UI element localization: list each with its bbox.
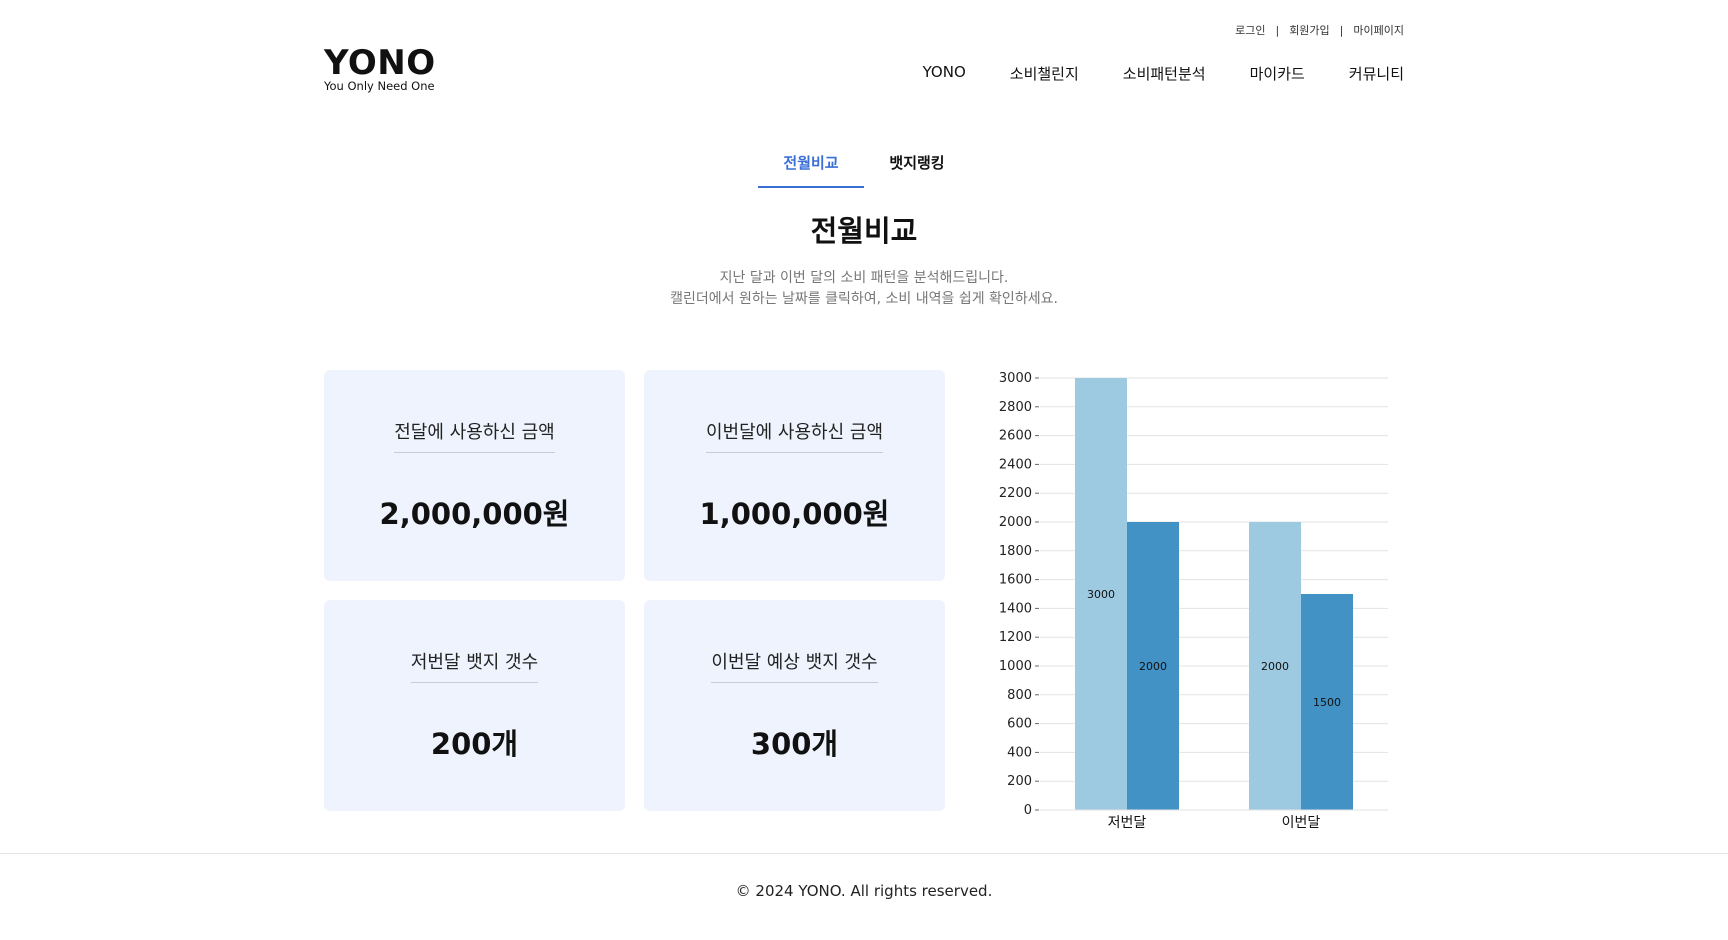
y-tick-label: 1600 [999, 573, 1032, 588]
nav-item-challenge[interactable]: 소비챌린지 [1010, 63, 1079, 84]
nav-item-yono[interactable]: YONO [923, 63, 966, 84]
nav-item-community[interactable]: 커뮤니티 [1349, 63, 1404, 84]
nav-item-pattern-analysis[interactable]: 소비패턴분석 [1123, 63, 1206, 84]
y-tick-label: 0 [1024, 803, 1032, 818]
login-link[interactable]: 로그인 [1235, 22, 1265, 38]
footer-copyright: © 2024 YONO. All rights reserved. [735, 882, 993, 900]
tab-bar: 전월비교 뱃지랭킹 [758, 150, 970, 188]
bar-data-label: 3000 [1087, 588, 1115, 601]
y-tick-label: 1200 [999, 630, 1032, 645]
card-value: 300개 [750, 727, 839, 761]
description-line: 캘린더에서 원하는 날짜를 클릭하여, 소비 내역을 쉽게 확인하세요. [670, 291, 1058, 307]
logo[interactable]: YONO You Only Need One [324, 46, 454, 93]
card-label: 전달에 사용하신 금액 [394, 418, 555, 453]
comparison-bar-chart: 0 200 400 600 800 1000 1200 1400 1600 1800 2000 220… [990, 360, 1400, 840]
card-last-month-badges: 저번달 뱃지 갯수 200개 [324, 600, 625, 811]
y-tick-label: 1800 [999, 544, 1032, 559]
card-label: 이번달 예상 뱃지 갯수 [711, 648, 878, 683]
mypage-link[interactable]: 마이페이지 [1353, 22, 1404, 38]
util-links: 로그인 | 회원가입 | 마이페이지 [1235, 22, 1404, 38]
y-tick-label: 1000 [999, 659, 1032, 674]
main-nav: YONO 소비챌린지 소비패턴분석 마이카드 커뮤니티 [879, 63, 1404, 84]
bar-data-label: 2000 [1139, 660, 1167, 673]
bar-data-label: 2000 [1261, 660, 1289, 673]
y-tick-label: 800 [1007, 688, 1032, 703]
y-tick-label: 2000 [999, 515, 1032, 530]
card-this-month-spending: 이번달에 사용하신 금액 1,000,000원 [644, 370, 945, 581]
y-tick-label: 400 [1007, 745, 1032, 760]
card-value: 200개 [430, 727, 519, 761]
card-label: 저번달 뱃지 갯수 [410, 648, 539, 683]
nav-item-mycard[interactable]: 마이카드 [1250, 63, 1305, 84]
card-value: 2,000,000원 [379, 497, 570, 531]
signup-link[interactable]: 회원가입 [1289, 22, 1329, 38]
card-label: 이번달에 사용하신 금액 [705, 418, 884, 453]
bar-data-label: 1500 [1313, 696, 1341, 709]
util-separator: | [1275, 23, 1280, 37]
y-tick-label: 2800 [999, 400, 1032, 415]
x-tick-label: 저번달 [1108, 815, 1147, 831]
footer-divider [0, 853, 1728, 854]
page-description: 지난 달과 이번 달의 소비 패턴을 분석해드립니다. 캘린더에서 원하는 날짜… [0, 268, 1728, 310]
card-expected-badges: 이번달 예상 뱃지 갯수 300개 [644, 600, 945, 811]
y-tick-label: 2600 [999, 429, 1032, 444]
chart-svg: 0 200 400 600 800 1000 1200 1400 1600 1800 2000 220… [999, 371, 1388, 831]
tab-badge-ranking[interactable]: 뱃지랭킹 [864, 150, 970, 188]
card-value: 1,000,000원 [699, 497, 890, 531]
summary-cards: 전달에 사용하신 금액 2,000,000원 이번달에 사용하신 금액 1,00… [324, 370, 946, 812]
page-title: 전월비교 [810, 214, 918, 248]
y-tick-label: 2400 [999, 457, 1032, 472]
util-separator: | [1339, 23, 1344, 37]
y-tick-label: 1400 [999, 601, 1032, 616]
x-tick-label: 이번달 [1282, 815, 1321, 831]
logo-subtitle: You Only Need One [324, 79, 435, 93]
y-tick-label: 3000 [999, 371, 1032, 386]
y-tick-label: 2200 [999, 486, 1032, 501]
y-tick-label: 200 [1007, 774, 1032, 789]
description-line: 지난 달과 이번 달의 소비 패턴을 분석해드립니다. [719, 270, 1009, 286]
card-last-month-spending: 전달에 사용하신 금액 2,000,000원 [324, 370, 625, 581]
y-tick-label: 600 [1007, 717, 1032, 732]
tab-monthly-compare[interactable]: 전월비교 [758, 150, 864, 188]
logo-title: YONO [324, 43, 436, 83]
